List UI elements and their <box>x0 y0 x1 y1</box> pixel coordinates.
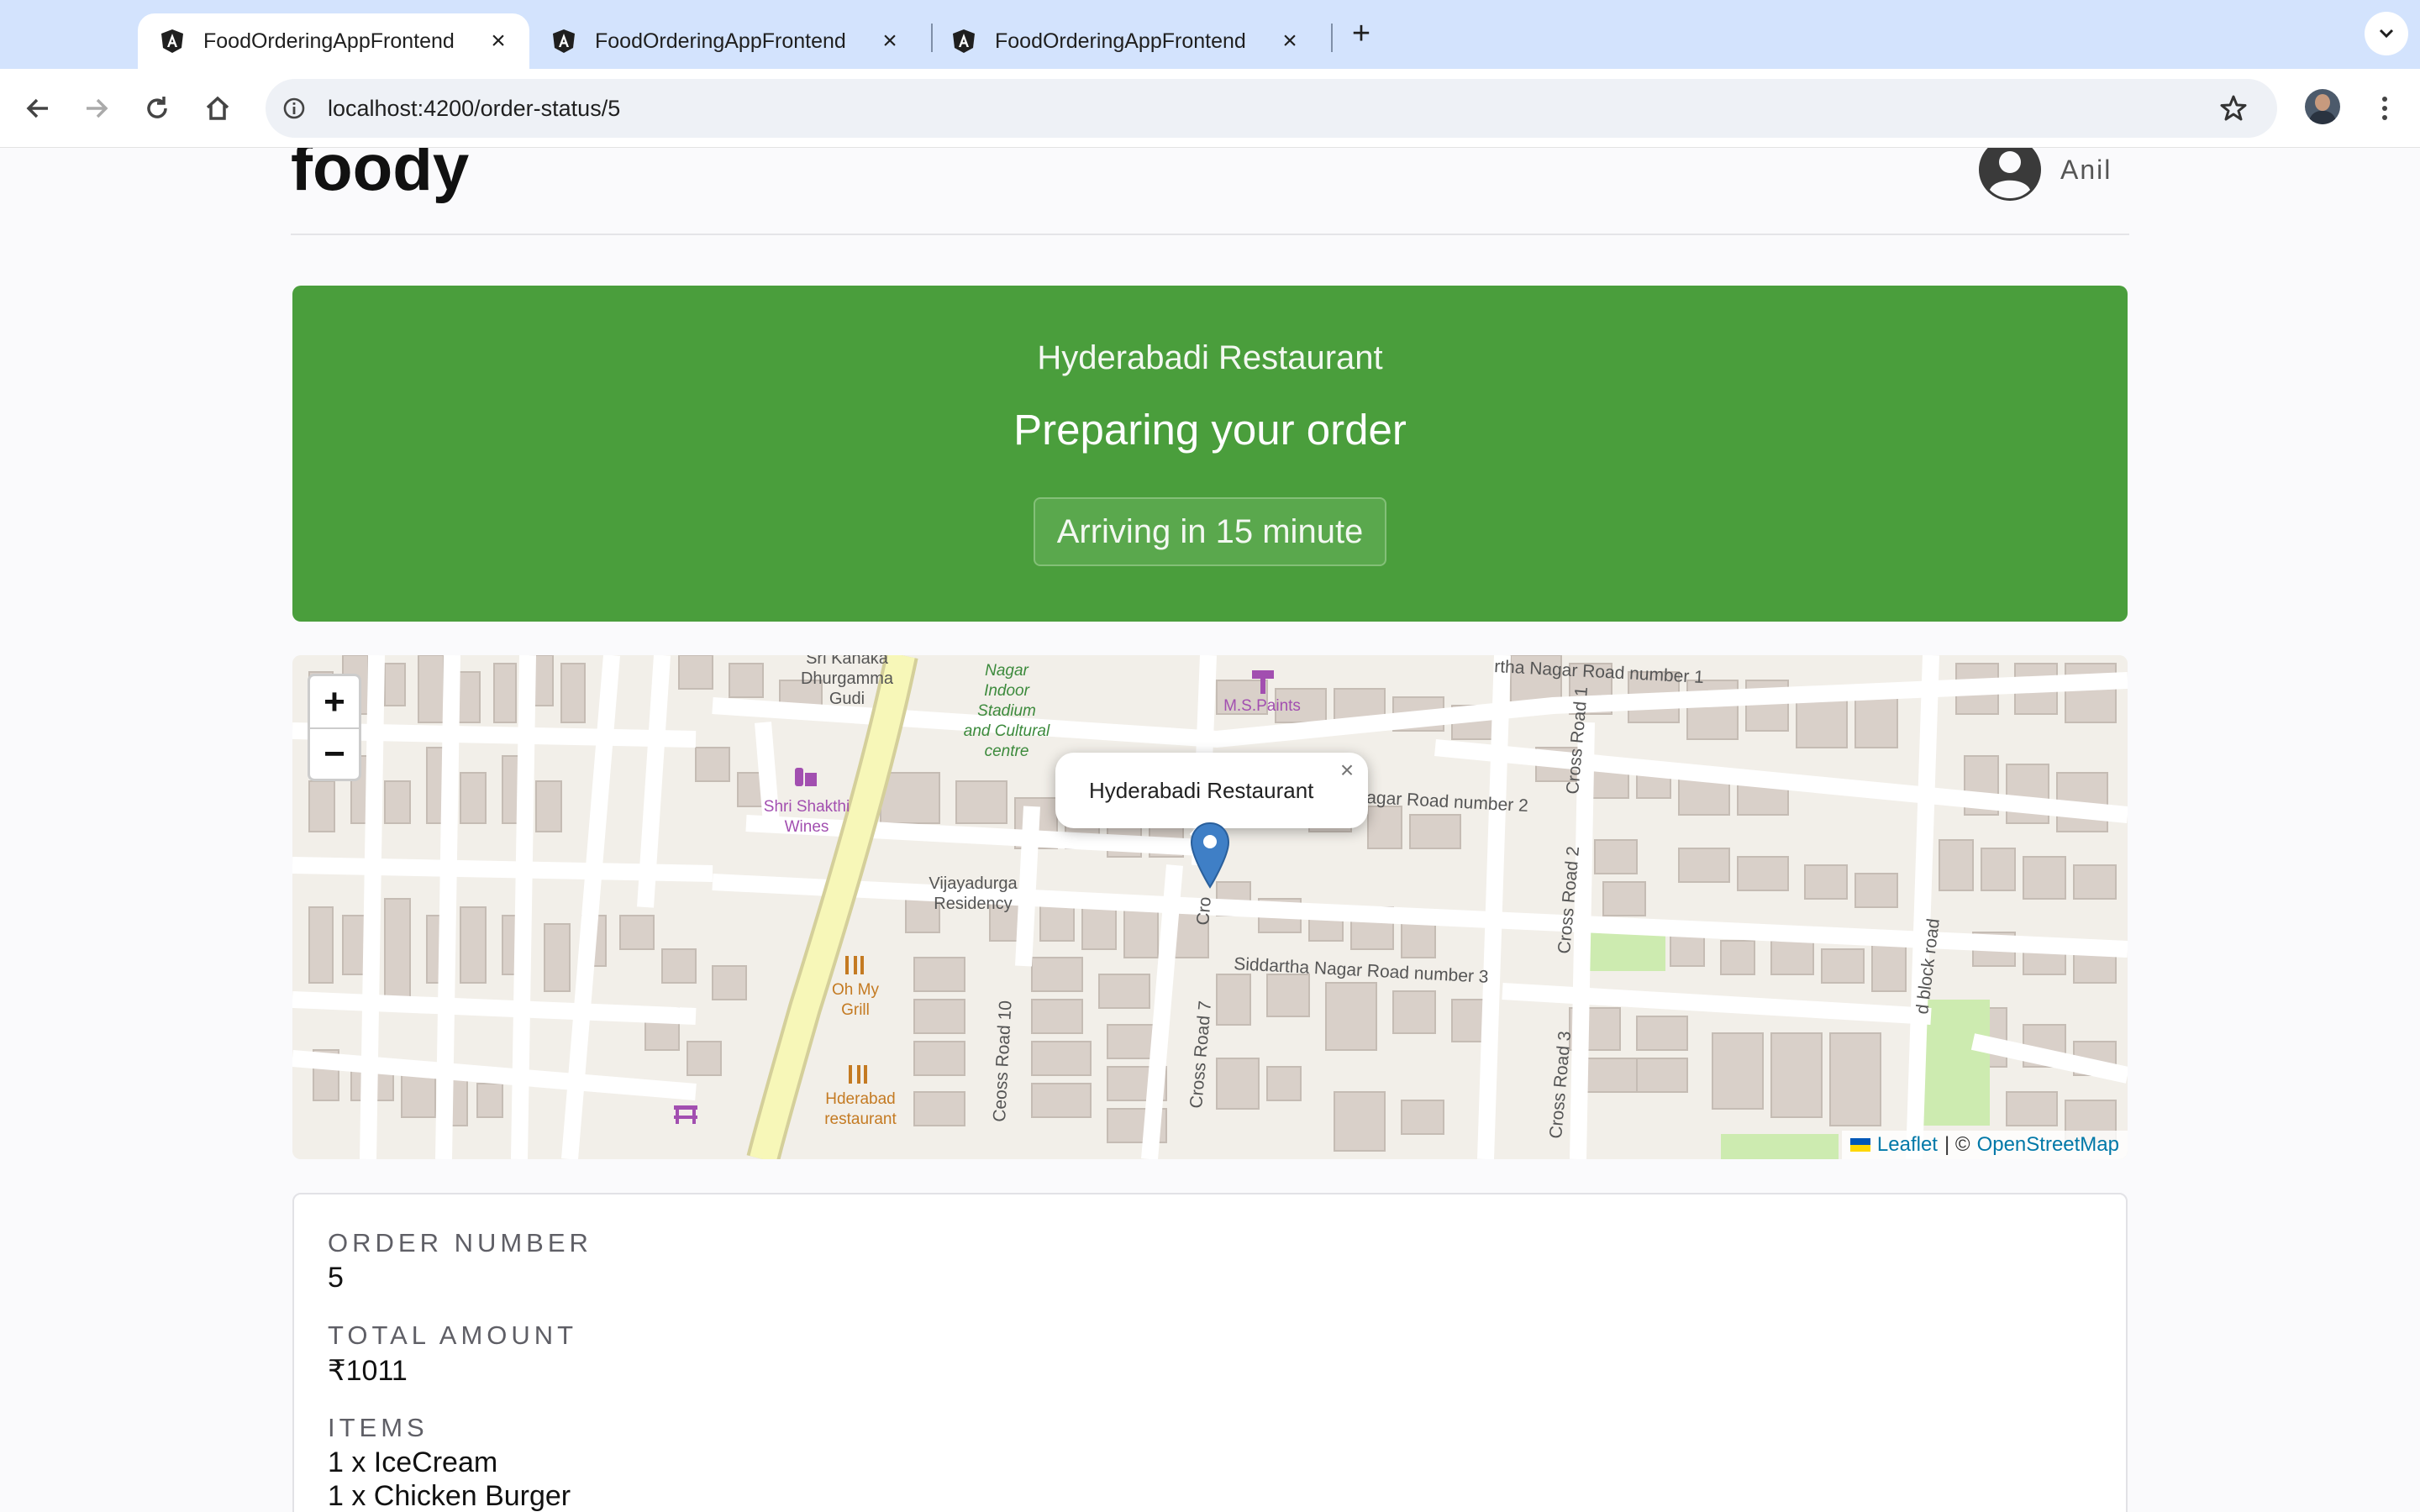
map-label: Indoor <box>984 682 1030 700</box>
map-popup: Hyderabadi Restaurant × <box>1055 753 1368 853</box>
tab-strip: FoodOrderingAppFrontend × FoodOrderingAp… <box>0 0 2420 69</box>
eta-badge: Arriving in 15 minute <box>1034 497 1386 566</box>
username: Anil <box>2060 154 2112 185</box>
profile-avatar[interactable] <box>2305 89 2340 124</box>
tab-title: FoodOrderingAppFrontend <box>995 29 1246 53</box>
map-label: Stadium <box>977 702 1036 720</box>
info-icon[interactable] <box>277 92 311 125</box>
map-label: M.S.Paints <box>1223 697 1301 715</box>
map-label: Cro <box>1193 896 1215 927</box>
chevron-down-icon <box>2379 29 2394 39</box>
browser-tab-1[interactable]: FoodOrderingAppFrontend × <box>138 13 529 69</box>
map-label: Gudi <box>829 690 865 708</box>
total-amount-label: TOTAL AMOUNT <box>328 1320 578 1350</box>
tab-divider <box>1331 24 1333 52</box>
leaflet-link[interactable]: Leaflet <box>1877 1133 1938 1157</box>
angular-icon <box>953 29 975 53</box>
close-tab-icon[interactable]: × <box>877 27 902 55</box>
map-marker-icon[interactable] <box>1189 822 1231 890</box>
order-number-label: ORDER NUMBER <box>328 1228 592 1257</box>
arrow-left-icon <box>26 98 48 118</box>
page-content: foody Anil Hyderabadi Restaurant Prepari… <box>0 148 2420 1512</box>
user-menu[interactable]: Anil <box>1978 148 2112 202</box>
attribution-separator: | © <box>1944 1133 1970 1156</box>
map-label: Sri Kanaka <box>806 655 889 668</box>
map-label: centre <box>985 743 1029 760</box>
close-tab-icon[interactable]: × <box>486 27 511 55</box>
forward-button[interactable] <box>76 87 118 129</box>
tab-title: FoodOrderingAppFrontend <box>595 29 846 53</box>
home-button[interactable] <box>197 87 239 129</box>
zoom-out-button[interactable]: − <box>310 727 359 779</box>
restaurant-name: Hyderabadi Restaurant <box>1037 339 1383 376</box>
map-label: Hderabad <box>825 1090 895 1108</box>
total-amount-value: ₹1011 <box>328 1355 408 1387</box>
browser-tab-3[interactable]: FoodOrderingAppFrontend × <box>929 13 1321 69</box>
browser-tab-2[interactable]: FoodOrderingAppFrontend × <box>529 13 921 69</box>
angular-icon <box>553 29 575 53</box>
home-icon <box>206 96 229 120</box>
user-circle-icon <box>1979 148 2041 201</box>
more-menu-icon[interactable] <box>2368 89 2402 128</box>
map-label: Residency <box>934 895 1012 913</box>
arrow-right-icon <box>87 98 108 118</box>
close-tab-icon[interactable]: × <box>1277 27 1302 55</box>
order-item: 1 x Chicken Burger <box>328 1480 571 1512</box>
back-button[interactable] <box>17 87 59 129</box>
order-map[interactable]: rtha Nagar Road number 1 agar Road numbe… <box>292 655 2128 1159</box>
bookmark-star-icon[interactable] <box>2217 92 2250 125</box>
openstreetmap-link[interactable]: OpenStreetMap <box>1977 1133 2119 1157</box>
tab-title: FoodOrderingAppFrontend <box>203 29 455 53</box>
map-label: Oh My <box>832 981 879 999</box>
order-number-value: 5 <box>328 1262 344 1294</box>
zoom-in-button[interactable]: + <box>310 676 359 727</box>
tab-search-button[interactable] <box>2365 12 2408 55</box>
reload-icon <box>147 97 167 118</box>
order-details-card: ORDER NUMBER 5 TOTAL AMOUNT ₹1011 ITEMS … <box>292 1193 2128 1512</box>
map-label: Dhurgamma <box>801 669 894 688</box>
url-text[interactable]: localhost:4200/order-status/5 <box>328 96 620 122</box>
zoom-control: + − <box>308 674 361 781</box>
map-label: Wines <box>785 818 829 836</box>
items-label: ITEMS <box>328 1413 429 1442</box>
map-attribution: Leaflet | © OpenStreetMap <box>1841 1131 2128 1159</box>
header-divider <box>291 234 2129 235</box>
order-item: 1 x IceCream <box>328 1446 498 1478</box>
order-status-banner: Hyderabadi Restaurant Preparing your ord… <box>292 286 2128 622</box>
browser-toolbar: localhost:4200/order-status/5 <box>0 69 2420 148</box>
reload-button[interactable] <box>136 87 178 129</box>
map-tiles[interactable]: rtha Nagar Road number 1 agar Road numbe… <box>292 655 2128 1159</box>
map-label: Nagar <box>985 662 1028 680</box>
order-status-message: Preparing your order <box>1013 406 1407 454</box>
map-label: and Cultural <box>964 722 1050 740</box>
ukraine-flag-icon <box>1849 1138 1870 1152</box>
map-label: restaurant <box>824 1110 897 1128</box>
map-label: Grill <box>841 1001 870 1019</box>
map-label: Shri Shakthi <box>764 798 850 816</box>
address-bar[interactable]: localhost:4200/order-status/5 <box>266 79 2277 138</box>
brand-logo[interactable]: foody <box>291 148 469 206</box>
new-tab-icon[interactable]: + <box>1344 16 1378 51</box>
angular-icon <box>161 29 183 53</box>
popup-close-button[interactable]: × <box>1334 758 1360 783</box>
popup-restaurant-name: Hyderabadi Restaurant <box>1089 778 1314 803</box>
map-label: Vijayadurga <box>929 874 1018 893</box>
